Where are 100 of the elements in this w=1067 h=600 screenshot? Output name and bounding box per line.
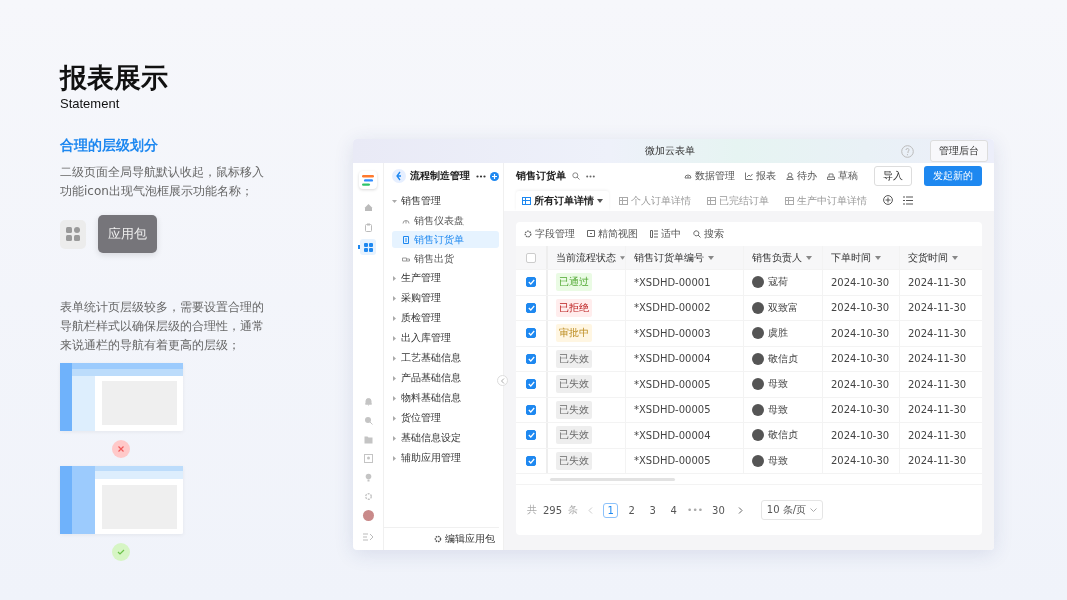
status-tag: 已通过 [556, 273, 592, 292]
logo-icon [359, 171, 377, 189]
admin-button[interactable]: 管理后台 [930, 140, 988, 162]
toolbar-link[interactable]: 待办 [786, 169, 817, 183]
settings-icon [434, 535, 442, 543]
menu-group[interactable]: 货位管理 [392, 408, 499, 428]
description-text: 二级页面全局导航默认收起，鼠标移入功能icon出现气泡框展示功能名称； [60, 164, 265, 200]
row-checkbox[interactable] [526, 277, 536, 288]
avatar-icon [752, 301, 764, 314]
more-icon[interactable] [476, 174, 486, 178]
chart-icon [745, 172, 753, 180]
menu-group[interactable]: 产品基础信息 [392, 368, 499, 388]
check-icon [527, 279, 535, 286]
toolbar-button[interactable]: 搜索 [693, 227, 724, 241]
page-button[interactable]: 1 [603, 502, 619, 518]
table-cell: 2024-10-30 [831, 276, 890, 288]
folder-icon[interactable] [363, 435, 373, 444]
column-header[interactable]: 销售负责人 [744, 246, 823, 269]
column-header[interactable]: 当前流程状态 [548, 246, 626, 269]
row-checkbox[interactable] [526, 455, 536, 466]
table-cell: 敬信贞 [768, 351, 798, 366]
menu-group[interactable]: 基础信息设定 [392, 428, 499, 448]
lightbulb-icon[interactable] [363, 473, 373, 482]
caret-icon [620, 255, 625, 260]
row-checkbox[interactable] [526, 404, 536, 415]
row-checkbox[interactable] [526, 353, 536, 364]
caret-icon [392, 415, 397, 421]
user-avatar[interactable] [362, 510, 374, 521]
toolbar-link[interactable]: 草稿 [827, 169, 858, 183]
table-cell: 母致 [768, 402, 788, 417]
next-icon[interactable] [737, 506, 743, 514]
row-checkbox[interactable] [526, 302, 536, 313]
menu-group[interactable]: 采购管理 [392, 288, 499, 308]
menu-item[interactable]: 销售出货 [392, 250, 499, 267]
bell-icon[interactable] [363, 397, 373, 406]
column-header[interactable]: 销售订货单编号 [626, 246, 744, 269]
status-tag: 已失效 [556, 349, 592, 368]
table-icon [785, 197, 794, 205]
page-button[interactable]: 3 [645, 502, 661, 518]
apps-icon[interactable] [360, 239, 376, 255]
caret-icon [708, 255, 714, 260]
row-checkbox[interactable] [526, 430, 536, 441]
menu-group[interactable]: 物料基础信息 [392, 388, 499, 408]
edit-app-button[interactable]: 编辑应用包 [430, 532, 499, 546]
menu-item[interactable]: 销售仪表盘 [392, 212, 499, 229]
page-size-select[interactable]: 10 条/页 [760, 500, 824, 520]
add-icon[interactable] [883, 195, 893, 205]
settings-icon[interactable] [363, 492, 373, 501]
page-button[interactable]: 2 [624, 502, 640, 518]
settings-icon [524, 230, 532, 238]
table-cell: 2024-11-30 [908, 327, 967, 339]
table-cell: *XSDHD-00002 [634, 302, 711, 314]
menu-group[interactable]: 质检管理 [392, 308, 499, 328]
section-heading: 合理的层级划分 [60, 137, 158, 155]
table-cell: 2024-10-30 [831, 455, 890, 467]
caret-icon [392, 455, 397, 461]
search-icon[interactable] [363, 416, 373, 425]
status-tag: 已拒绝 [556, 298, 592, 317]
chevron-left-icon [500, 377, 505, 384]
status-tag: 已失效 [556, 375, 592, 394]
avatar-icon [752, 378, 764, 391]
slide-subtitle: Statement [60, 96, 120, 111]
view-tab[interactable]: 所有订单详情 [516, 191, 609, 211]
search-icon[interactable] [572, 172, 580, 180]
menu-group[interactable]: 生产管理 [392, 268, 499, 288]
total-label: 共 [527, 503, 537, 517]
contact-card-icon[interactable] [363, 454, 373, 463]
expand-icon[interactable] [362, 533, 374, 541]
menu-group[interactable]: 工艺基础信息 [392, 348, 499, 368]
row-checkbox[interactable] [526, 328, 536, 339]
page-button[interactable]: 4 [666, 502, 682, 518]
toolbar-link[interactable]: 报表 [745, 169, 776, 183]
chevron-down-icon [810, 508, 818, 512]
total-label: 条 [568, 503, 579, 517]
column-header[interactable]: 交货时间 [900, 246, 982, 269]
column-header[interactable]: 下单时间 [823, 246, 900, 269]
avatar-icon [752, 403, 764, 416]
row-checkbox[interactable] [526, 379, 536, 390]
toolbar-button[interactable]: 字段管理 [524, 227, 575, 241]
toolbar-button[interactable]: 适中 [650, 227, 681, 241]
menu-group[interactable]: 销售管理 [392, 191, 499, 211]
create-button[interactable]: 发起新的 [924, 166, 982, 186]
avatar-icon [752, 327, 764, 340]
more-icon[interactable] [586, 174, 595, 178]
toolbar-link[interactable]: 数据管理 [684, 169, 735, 183]
check-icon [527, 406, 535, 413]
avatar-icon [752, 352, 764, 365]
import-button[interactable]: 导入 [874, 166, 912, 186]
toolbar-button[interactable]: 精简视图 [587, 227, 638, 241]
check-icon [527, 330, 535, 337]
menu-group[interactable]: 辅助应用管理 [392, 448, 499, 468]
caret-icon [392, 275, 397, 281]
page-button[interactable]: 30 [709, 502, 728, 518]
table-cell: 虞胜 [768, 326, 788, 341]
list-icon[interactable] [903, 196, 913, 205]
menu-group[interactable]: 出入库管理 [392, 328, 499, 348]
page-title: 销售订货单 [516, 169, 566, 183]
select-all-checkbox[interactable] [526, 252, 536, 263]
window-title: 微加云表单 [644, 144, 696, 158]
help-icon[interactable] [901, 144, 914, 158]
